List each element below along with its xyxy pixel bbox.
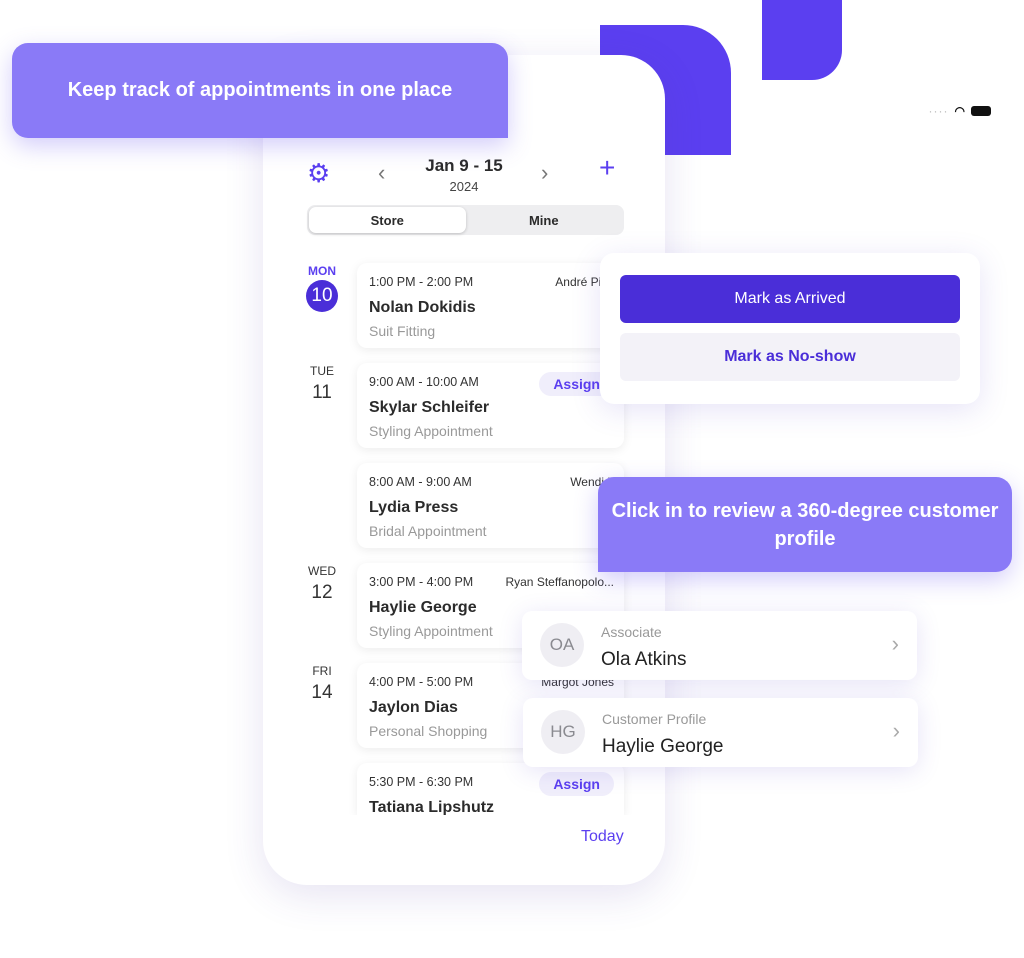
day-label: MON 10 xyxy=(303,264,341,312)
add-icon[interactable]: + xyxy=(599,152,615,184)
associate-name: Ryan Steffanopolo... xyxy=(505,575,614,589)
day-number: 11 xyxy=(312,382,332,403)
customer-name: Lydia Press xyxy=(369,499,459,516)
tab-store[interactable]: Store xyxy=(309,207,466,233)
chevron-right-icon: › xyxy=(891,631,899,656)
day-number: 14 xyxy=(311,682,333,703)
tab-mine[interactable]: Mine xyxy=(466,207,623,233)
chevron-right-icon: › xyxy=(892,718,900,743)
appointment-card[interactable]: 5:30 PM - 6:30 PM Assign Tatiana Lipshutz xyxy=(357,763,624,815)
segmented-control: Store Mine xyxy=(307,205,624,235)
gear-icon[interactable]: ⚙ xyxy=(307,158,330,189)
mark-noshow-button[interactable]: Mark as No-show xyxy=(620,333,960,381)
day-number: 12 xyxy=(311,582,333,603)
signal-icon: ···· xyxy=(928,104,949,118)
day-name: TUE xyxy=(310,364,334,378)
chevron-left-icon[interactable]: ‹ xyxy=(378,160,385,186)
appointment-type: Bridal Appointment xyxy=(369,523,487,539)
today-button[interactable]: Today xyxy=(581,828,624,846)
calendar-header: ⚙ ‹ Jan 9 - 15 2024 › + xyxy=(263,150,665,200)
chevron-right-icon[interactable]: › xyxy=(541,160,548,186)
row-value: Ola Atkins xyxy=(601,649,687,670)
avatar: OA xyxy=(540,623,584,667)
day-label: WED 12 xyxy=(303,564,341,604)
appointment-card[interactable]: 9:00 AM - 10:00 AM Assign Skylar Schleifer… xyxy=(357,363,624,448)
status-bar: ···· ◠ xyxy=(929,104,991,118)
appointment-type: Styling Appointment xyxy=(369,423,493,439)
associate-row[interactable]: OA Associate Ola Atkins › xyxy=(522,611,917,680)
customer-name: Nolan Dokidis xyxy=(369,299,476,316)
avatar: HG xyxy=(541,710,585,754)
mark-arrived-button[interactable]: Mark as Arrived xyxy=(620,275,960,323)
assign-button[interactable]: Assign xyxy=(539,772,614,796)
day-name: WED xyxy=(308,564,336,578)
appointment-type: Suit Fitting xyxy=(369,323,436,339)
day-label: TUE 11 xyxy=(303,364,341,404)
customer-name: Skylar Schleifer xyxy=(369,399,490,416)
action-sheet: Mark as Arrived Mark as No-show xyxy=(600,253,980,404)
decorative-shape xyxy=(762,0,842,80)
appointment-card[interactable]: 8:00 AM - 9:00 AM Wendi L Lydia Press Brida… xyxy=(357,463,624,548)
feature-banner: Click in to review a 360-degree customer… xyxy=(598,477,1012,572)
day-label: FRI 14 xyxy=(303,664,341,704)
day-number: 10 xyxy=(306,280,338,312)
wifi-icon: ◠ xyxy=(954,104,965,118)
row-label: Customer Profile xyxy=(602,711,707,727)
row-value: Haylie George xyxy=(602,736,724,757)
customer-profile-row[interactable]: HG Customer Profile Haylie George › xyxy=(523,698,918,767)
customer-name: Tatiana Lipshutz xyxy=(369,799,495,815)
day-name: FRI xyxy=(312,664,332,678)
appointment-card[interactable]: 1:00 PM - 2:00 PM André Pica Nolan Dokidis… xyxy=(357,263,624,348)
battery-icon xyxy=(971,106,991,116)
week-range: Jan 9 - 15 xyxy=(425,156,503,175)
year: 2024 xyxy=(449,179,479,194)
day-name: MON xyxy=(308,264,336,278)
feature-banner: Keep track of appointments in one place xyxy=(12,43,508,138)
row-label: Associate xyxy=(601,624,662,640)
